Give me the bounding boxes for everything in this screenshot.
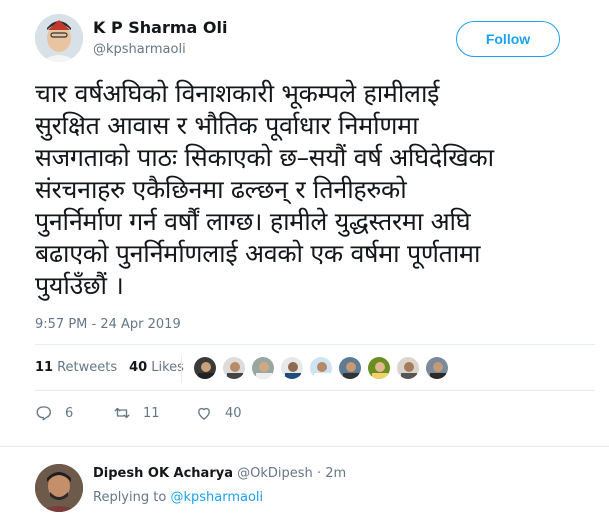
divider [0,446,609,447]
liker-avatar[interactable] [309,356,333,380]
liker-avatar[interactable] [425,356,449,380]
reply-count: 6 [65,405,74,421]
reply-author-name: Dipesh OK Acharya [93,466,233,481]
liker-avatar[interactable] [280,356,304,380]
tweet-text: चार वर्षअघिको विनाशकारी भूकम्पले हामीलाई… [35,78,595,302]
liker-avatar[interactable] [396,356,420,380]
tweet-text-line: सुरक्षित आवास र भौतिक पूर्वाधार निर्माणम… [35,111,419,140]
author-name[interactable]: K P Sharma Oli [93,18,227,37]
tweet-text-line: बढाएको पुनर्निर्माणलाई अवको एक वर्षमा पू… [35,239,481,268]
follow-button[interactable]: Follow [456,21,560,57]
replying-to: Replying to @kpsharmaoli [93,490,263,505]
retweet-icon [114,407,130,419]
retweets-label: Retweets [57,360,118,375]
divider [35,344,595,345]
liker-avatar[interactable] [251,356,275,380]
retweets-count: 11 [35,360,54,375]
reply-author-avatar[interactable] [35,464,83,512]
likes-stat[interactable]: 40 Likes [129,360,184,375]
tweet-timestamp[interactable]: 9:57 PM - 24 Apr 2019 [35,317,181,332]
like-count: 40 [225,405,242,421]
reply-author[interactable]: Dipesh OK Acharya @OkDipesh · 2m [93,466,346,481]
tweet-text-line: चार वर्षअघिको विनाशकारी भूकम्पले हामीलाई [35,79,440,108]
liker-avatar[interactable] [193,356,217,380]
heart-icon [198,407,210,420]
like-action[interactable]: 40 [195,404,242,422]
stats-separator [181,355,182,383]
tweet-actions: 6 11 40 [35,404,242,422]
reply-author-handle: @OkDipesh [237,466,313,481]
liker-avatar[interactable] [338,356,362,380]
reply-time[interactable]: 2m [325,466,346,481]
liker-avatar[interactable] [367,356,391,380]
tweet-stats: 11 Retweets 40 Likes [35,360,196,375]
reply-separator: · [316,466,322,481]
reply-icon [36,406,51,421]
likes-label: Likes [151,360,184,375]
tweet-text-line: पुनर्निर्माण गर्न वर्षौं लाग्छ। हामीले य… [35,207,471,236]
tweet-text-line: संरचनाहरु एकैछिनमा ढल्छन् र तिनीहरुको [35,175,407,204]
likes-count: 40 [129,360,148,375]
author-avatar[interactable] [35,14,83,62]
author-handle[interactable]: @kpsharmaoli [93,42,186,57]
liker-avatar[interactable] [222,356,246,380]
tweet-text-line: सजगताको पाठः सिकाएको छ–सयौं वर्ष अघिदेखि… [35,143,494,172]
reply-action[interactable]: 6 [35,404,113,422]
retweet-count: 11 [143,405,160,421]
retweet-action[interactable]: 11 [113,404,195,422]
retweets-stat[interactable]: 11 Retweets [35,360,117,375]
replying-handle-link[interactable]: @kpsharmaoli [170,490,263,505]
tweet-text-line: पुर्याउँछौं । [35,271,124,300]
divider [35,390,595,391]
liker-avatars [193,356,454,380]
replying-prefix: Replying to [93,490,167,505]
